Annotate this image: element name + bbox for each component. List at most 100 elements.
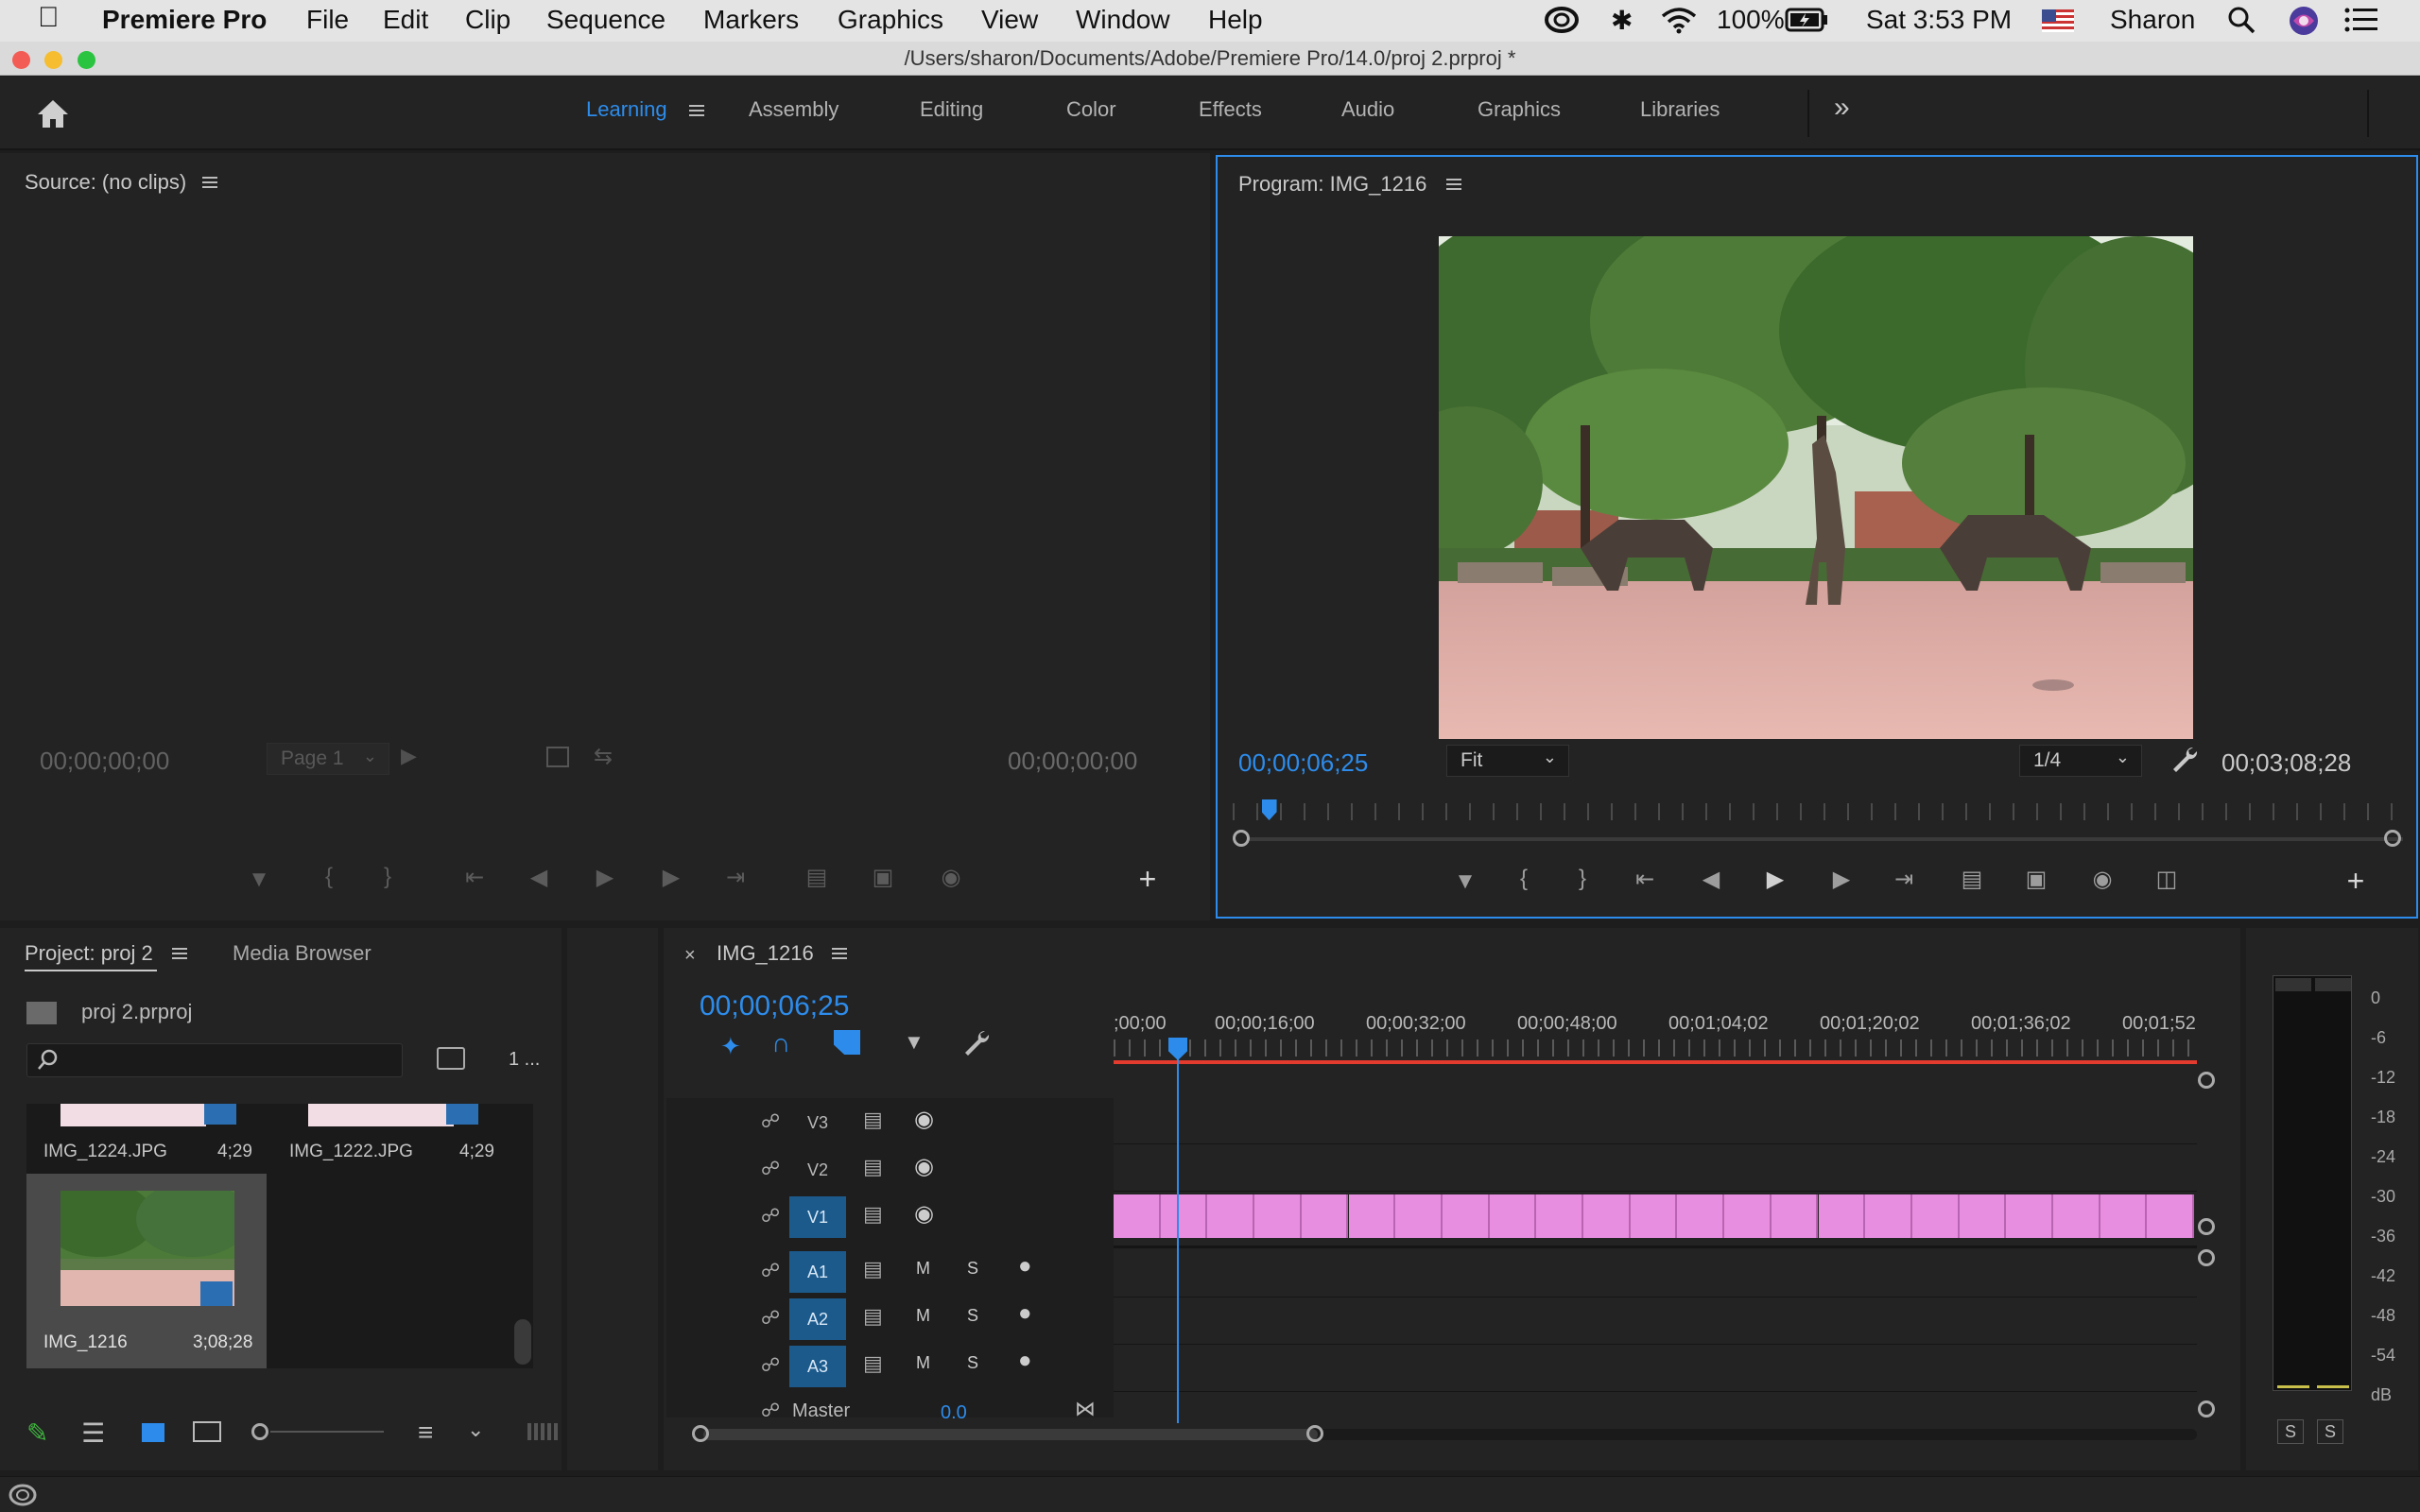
master-volume-value[interactable]: 0.0 xyxy=(941,1402,967,1424)
mark-in-icon[interactable]: { xyxy=(1507,866,1541,892)
notification-center-icon[interactable] xyxy=(2344,8,2378,39)
timeline-settings-wrench-icon[interactable] xyxy=(962,1028,991,1061)
lock-icon[interactable]: ☍ xyxy=(761,1259,780,1282)
spotlight-search-icon[interactable] xyxy=(2227,6,2256,41)
go-to-in-icon[interactable]: ⇤ xyxy=(1628,866,1662,893)
microphone-icon[interactable]: ● xyxy=(1018,1348,1032,1374)
play-icon[interactable]: ▶ xyxy=(1758,866,1792,893)
step-back-icon[interactable]: ◀ xyxy=(522,864,556,891)
menu-graphics[interactable]: Graphics xyxy=(838,5,943,35)
eye-icon[interactable]: ◉ xyxy=(914,1106,934,1133)
lock-icon[interactable]: ☍ xyxy=(761,1306,780,1330)
mark-out-icon[interactable]: } xyxy=(1565,866,1599,892)
workspace-editing[interactable]: Editing xyxy=(920,97,983,122)
more-workspaces-chevron-icon[interactable]: » xyxy=(1834,92,1850,124)
toggle-sync-lock-icon[interactable]: ▤ xyxy=(863,1351,883,1376)
lock-icon[interactable]: ☍ xyxy=(761,1399,780,1422)
mark-out-icon[interactable]: } xyxy=(371,864,405,890)
toggle-sync-lock-icon[interactable]: ▤ xyxy=(863,1304,883,1329)
linked-selection-icon[interactable] xyxy=(834,1030,860,1055)
program-time-ruler[interactable] xyxy=(1233,803,2405,820)
menu-clip[interactable]: Clip xyxy=(465,5,510,35)
workspace-graphics[interactable]: Graphics xyxy=(1478,97,1561,122)
automate-to-sequence-icon[interactable] xyxy=(527,1423,560,1440)
freeform-view-icon[interactable] xyxy=(193,1421,221,1442)
zoom-handle-right[interactable] xyxy=(2384,830,2401,847)
project-item[interactable]: IMG_1222.JPG 4;29 xyxy=(274,1104,514,1172)
thumbnail-size-slider[interactable] xyxy=(270,1431,384,1433)
track-height-handle[interactable] xyxy=(2198,1400,2215,1418)
icon-view-icon[interactable] xyxy=(142,1423,164,1442)
resolution-select[interactable]: 1/4 ⌄ xyxy=(2019,745,2142,777)
program-video-frame[interactable] xyxy=(1439,236,2193,739)
solo-a2-button[interactable]: S xyxy=(967,1306,978,1326)
menu-help[interactable]: Help xyxy=(1208,5,1263,35)
zoom-select[interactable]: Fit ⌄ xyxy=(1446,745,1569,777)
insert-icon[interactable]: ▤ xyxy=(800,864,834,891)
creative-cloud-status-icon[interactable] xyxy=(8,1483,38,1512)
scrollbar-handle-right[interactable] xyxy=(1306,1425,1323,1442)
thumbnail-size-slider-handle[interactable] xyxy=(251,1423,268,1440)
solo-a1-button[interactable]: S xyxy=(967,1259,978,1279)
track-v2-label[interactable]: V2 xyxy=(789,1149,846,1191)
home-icon[interactable] xyxy=(36,97,70,134)
track-v1-label[interactable]: V1 xyxy=(789,1196,846,1238)
extract-icon[interactable]: ▣ xyxy=(2019,866,2053,893)
mute-a3-button[interactable]: M xyxy=(916,1353,930,1373)
menu-window[interactable]: Window xyxy=(1076,5,1170,35)
add-marker-icon[interactable]: ▼ xyxy=(1448,868,1482,895)
program-title[interactable]: Program: IMG_1216 xyxy=(1238,172,1426,197)
microphone-icon[interactable]: ● xyxy=(1018,1253,1032,1280)
workspace-effects[interactable]: Effects xyxy=(1199,97,1262,122)
add-marker-icon[interactable]: ▼ xyxy=(904,1030,925,1055)
vertical-zoom-handle[interactable] xyxy=(2198,1072,2215,1089)
add-marker-icon[interactable]: ▼ xyxy=(242,867,276,893)
go-to-out-icon[interactable]: ⇥ xyxy=(718,864,752,891)
workspace-audio[interactable]: Audio xyxy=(1341,97,1394,122)
app-menu[interactable]: Premiere Pro xyxy=(102,5,267,35)
close-tab-icon[interactable]: × xyxy=(684,945,696,967)
mute-a1-button[interactable]: M xyxy=(916,1259,930,1279)
mute-a2-button[interactable]: M xyxy=(916,1306,930,1326)
work-area-bar[interactable] xyxy=(1114,1060,2197,1064)
step-back-icon[interactable]: ◀ xyxy=(1694,866,1728,893)
add-button-icon[interactable]: + xyxy=(2339,864,2373,899)
project-search-input[interactable] xyxy=(26,1043,403,1077)
bluetooth-icon[interactable]: ✱ xyxy=(1611,5,1633,36)
drag-video-icon[interactable] xyxy=(546,747,569,767)
siri-icon[interactable] xyxy=(2288,5,2320,43)
apple-icon[interactable]:  xyxy=(38,2,60,34)
menu-sequence[interactable]: Sequence xyxy=(546,5,666,35)
export-frame-camera-icon[interactable]: ◉ xyxy=(2085,866,2119,893)
timeline-time-ruler[interactable] xyxy=(1114,1040,2197,1057)
menu-file[interactable]: File xyxy=(306,5,349,35)
source-timecode-out[interactable]: 00;00;00;00 xyxy=(1008,747,1137,776)
chevron-down-icon[interactable]: ⌄ xyxy=(467,1418,484,1442)
program-panel-menu-icon[interactable] xyxy=(1446,179,1461,190)
nest-icon[interactable]: ✦ xyxy=(720,1032,741,1061)
flag-icon[interactable] xyxy=(2042,9,2074,39)
go-to-in-icon[interactable]: ⇤ xyxy=(458,864,492,891)
add-button-icon[interactable]: + xyxy=(1131,862,1165,897)
menu-edit[interactable]: Edit xyxy=(383,5,428,35)
list-view-icon[interactable]: ☰ xyxy=(81,1418,105,1449)
source-timecode-in[interactable]: 00;00;00;00 xyxy=(40,747,169,776)
project-tab[interactable]: Project: proj 2 xyxy=(25,941,153,966)
track-a2-label[interactable]: A2 xyxy=(789,1298,846,1340)
source-panel-menu-icon[interactable] xyxy=(202,177,217,188)
track-a3-label[interactable]: A3 xyxy=(789,1346,846,1387)
go-to-edit-icon[interactable]: ⋈ xyxy=(1075,1397,1096,1421)
clock[interactable]: Sat 3:53 PM xyxy=(1866,5,2012,35)
toggle-sync-lock-icon[interactable]: ▤ xyxy=(863,1155,883,1179)
solo-left-button[interactable]: S xyxy=(2277,1419,2304,1444)
lift-icon[interactable]: ▤ xyxy=(1955,866,1989,893)
workspace-color[interactable]: Color xyxy=(1066,97,1116,122)
export-frame-camera-icon[interactable]: ◉ xyxy=(934,864,968,891)
microphone-icon[interactable]: ● xyxy=(1018,1300,1032,1327)
program-current-timecode[interactable]: 00;00;06;25 xyxy=(1238,748,1368,778)
toggle-sync-lock-icon[interactable]: ▤ xyxy=(863,1257,883,1281)
new-search-bin-icon[interactable] xyxy=(437,1047,465,1070)
snap-magnet-icon[interactable]: ∩ xyxy=(771,1028,790,1058)
workspace-assembly[interactable]: Assembly xyxy=(749,97,838,122)
scrollbar-handle-left[interactable] xyxy=(692,1425,709,1442)
